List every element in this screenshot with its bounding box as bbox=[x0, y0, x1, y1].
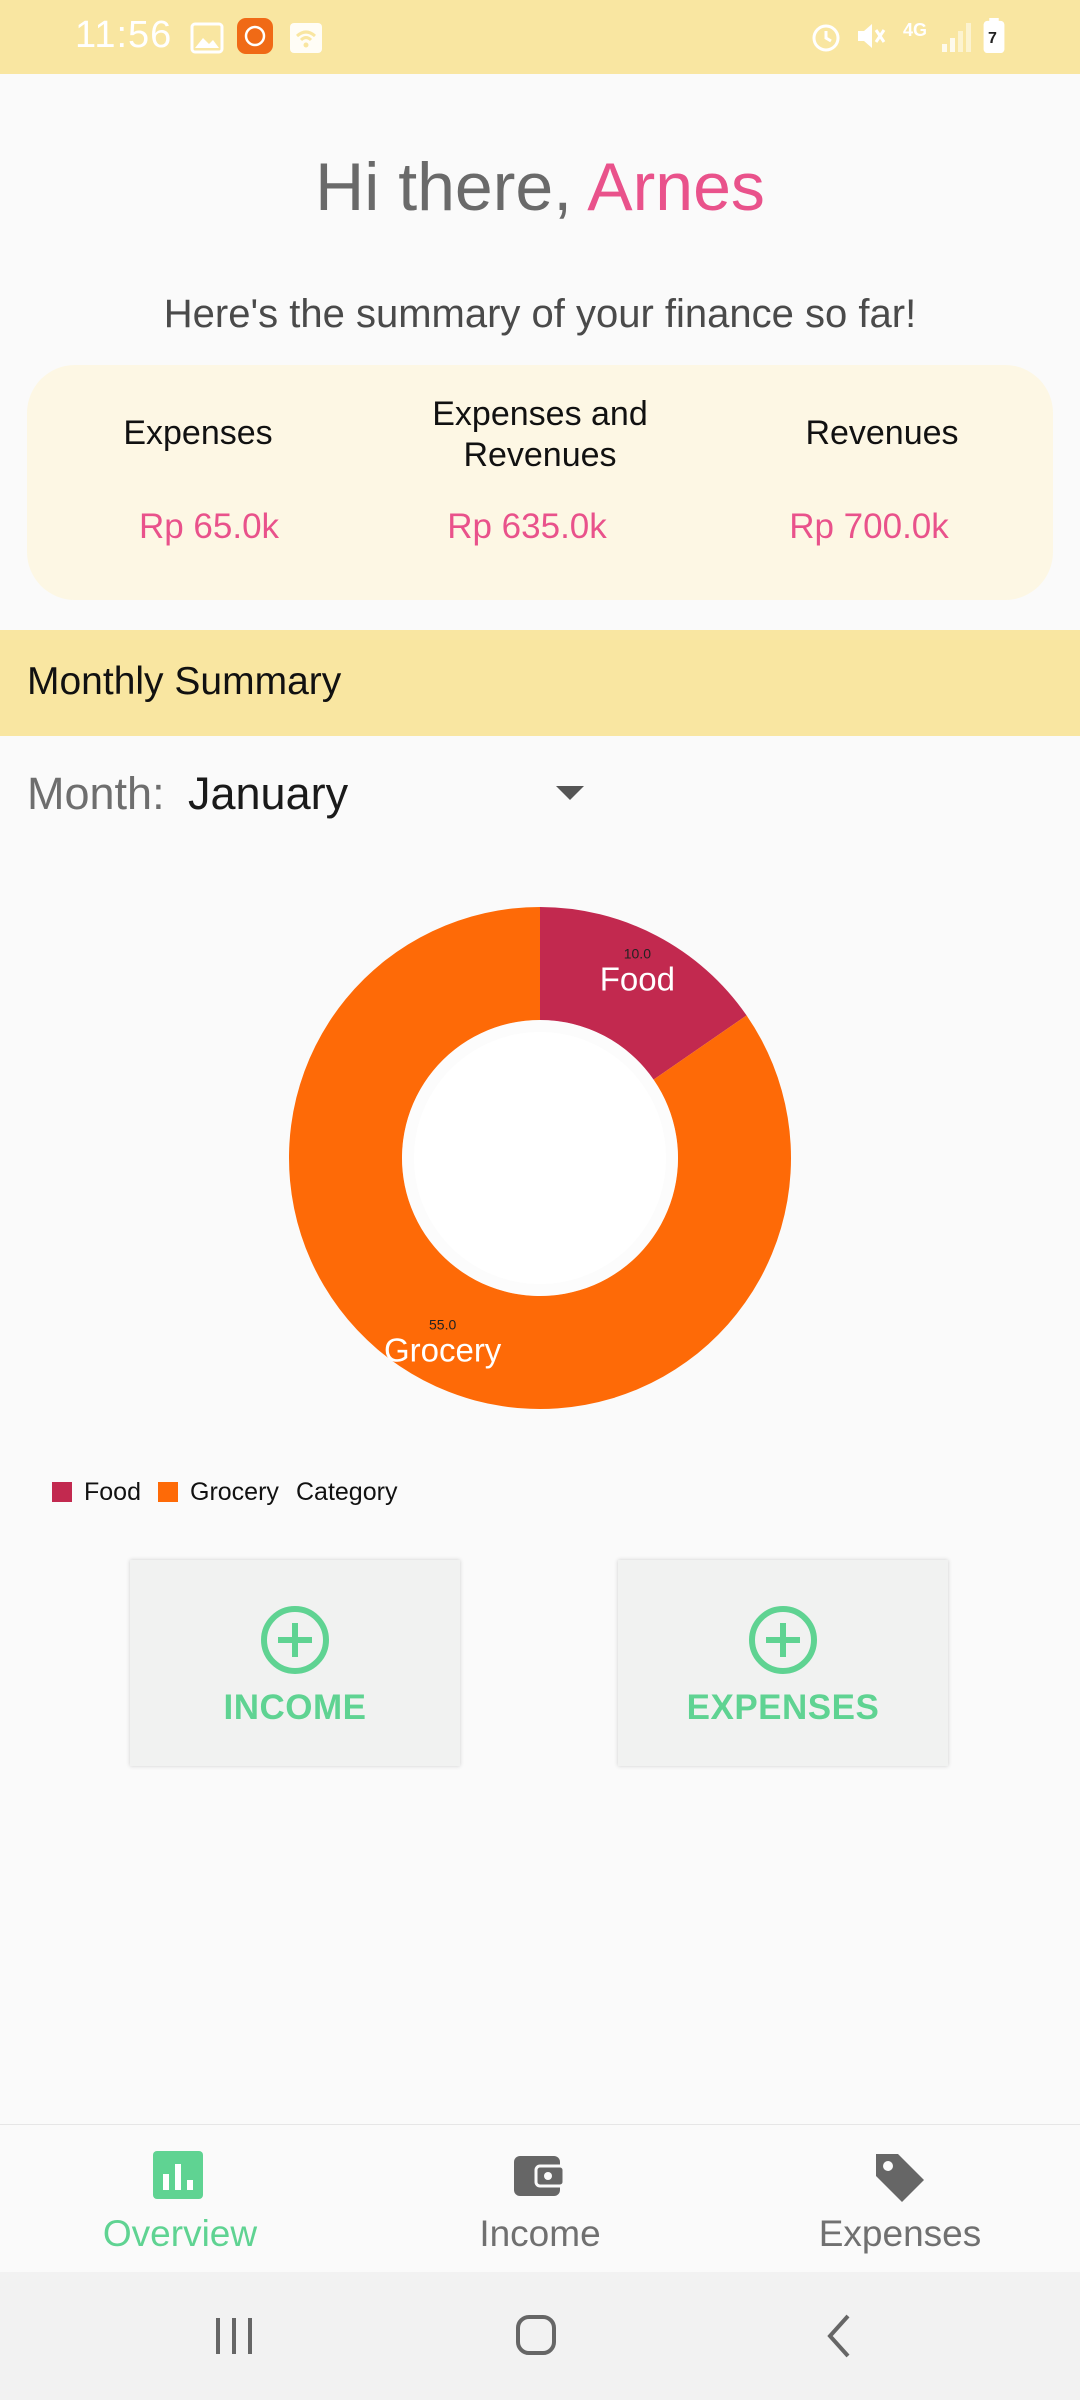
slice-category-label: Food bbox=[600, 960, 675, 997]
nav-income-label: Income bbox=[479, 2213, 601, 2254]
balance-summary: Expenses and Revenues Rp 635.0k bbox=[369, 365, 711, 600]
nav-expenses[interactable]: Expenses bbox=[720, 2125, 1080, 2273]
bar-chart-icon bbox=[153, 2151, 203, 2199]
month-select[interactable]: January bbox=[188, 768, 348, 820]
legend-title: Category bbox=[296, 1478, 398, 1506]
expenses-button-label: EXPENSES bbox=[686, 1688, 880, 1727]
legend-item-grocery: Grocery bbox=[158, 1478, 279, 1507]
chevron-down-icon[interactable] bbox=[556, 786, 584, 800]
donut-hole bbox=[414, 1032, 666, 1284]
nav-overview-label: Overview bbox=[102, 2213, 258, 2254]
nav-expenses-label: Expenses bbox=[818, 2213, 982, 2254]
nav-overview[interactable]: Overview bbox=[0, 2125, 360, 2273]
income-button-label: INCOME bbox=[223, 1688, 367, 1727]
nav-income[interactable]: Income bbox=[360, 2125, 720, 2273]
balance-label-line1: Expenses and bbox=[432, 395, 648, 433]
month-label: Month: bbox=[27, 768, 165, 819]
legend-item-food: Food bbox=[52, 1478, 141, 1507]
balance-value: Rp 635.0k bbox=[447, 507, 607, 546]
legend-label: Food bbox=[84, 1478, 141, 1506]
expenses-label: Expenses bbox=[123, 414, 273, 452]
signal-icon bbox=[942, 23, 971, 52]
revenues-value: Rp 700.0k bbox=[789, 507, 949, 546]
add-income-button[interactable]: INCOME bbox=[130, 1560, 460, 1766]
status-bar: 11:56 4G 7 bbox=[0, 0, 1080, 74]
add-circle-icon bbox=[749, 1606, 817, 1674]
battery-level: 7 bbox=[988, 30, 997, 47]
4g-icon: 4G bbox=[903, 20, 928, 40]
add-circle-icon bbox=[261, 1606, 329, 1674]
monthly-summary-header: Monthly Summary bbox=[0, 630, 1080, 736]
balance-label-line2: Revenues bbox=[463, 436, 617, 474]
legend-swatch bbox=[52, 1482, 72, 1502]
bottom-navigation: Overview Income Expenses bbox=[0, 2124, 1080, 2273]
category-donut-chart: 10.0Food 55.0Grocery bbox=[288, 907, 791, 1409]
status-time: 11:56 bbox=[75, 14, 173, 56]
greeting-title: Hi there, Arnes bbox=[0, 148, 1080, 226]
legend-swatch bbox=[158, 1482, 178, 1502]
alarm-icon bbox=[812, 24, 840, 52]
slice-category-label: Grocery bbox=[384, 1332, 502, 1369]
tag-icon bbox=[876, 2154, 924, 2202]
expenses-summary: Expenses Rp 65.0k bbox=[27, 365, 369, 600]
mute-icon bbox=[858, 24, 886, 48]
revenues-label: Revenues bbox=[805, 414, 959, 452]
home-icon[interactable] bbox=[476, 2272, 596, 2400]
add-expenses-button[interactable]: EXPENSES bbox=[618, 1560, 948, 1766]
app-notification-icon bbox=[237, 18, 273, 54]
revenues-summary: Revenues Rp 700.0k bbox=[711, 365, 1053, 600]
monthly-summary-title: Monthly Summary bbox=[27, 660, 342, 703]
wallet-icon bbox=[514, 2156, 566, 2196]
slice-value-label: 10.0 bbox=[624, 945, 651, 961]
greeting-text: Hi there, bbox=[315, 149, 588, 225]
back-icon[interactable] bbox=[780, 2272, 900, 2400]
summary-subtitle: Here's the summary of your finance so fa… bbox=[163, 292, 917, 336]
recent-apps-icon[interactable] bbox=[174, 2272, 294, 2400]
user-name: Arnes bbox=[587, 149, 765, 225]
legend-label: Grocery bbox=[190, 1478, 279, 1506]
system-navigation-bar bbox=[0, 2272, 1080, 2400]
gallery-icon bbox=[190, 22, 224, 54]
wifi-icon bbox=[290, 23, 322, 53]
expenses-value: Rp 65.0k bbox=[138, 507, 280, 546]
slice-value-label: 55.0 bbox=[429, 1317, 456, 1333]
finance-summary-card: Expenses Rp 65.0k Expenses and Revenues … bbox=[27, 365, 1053, 600]
